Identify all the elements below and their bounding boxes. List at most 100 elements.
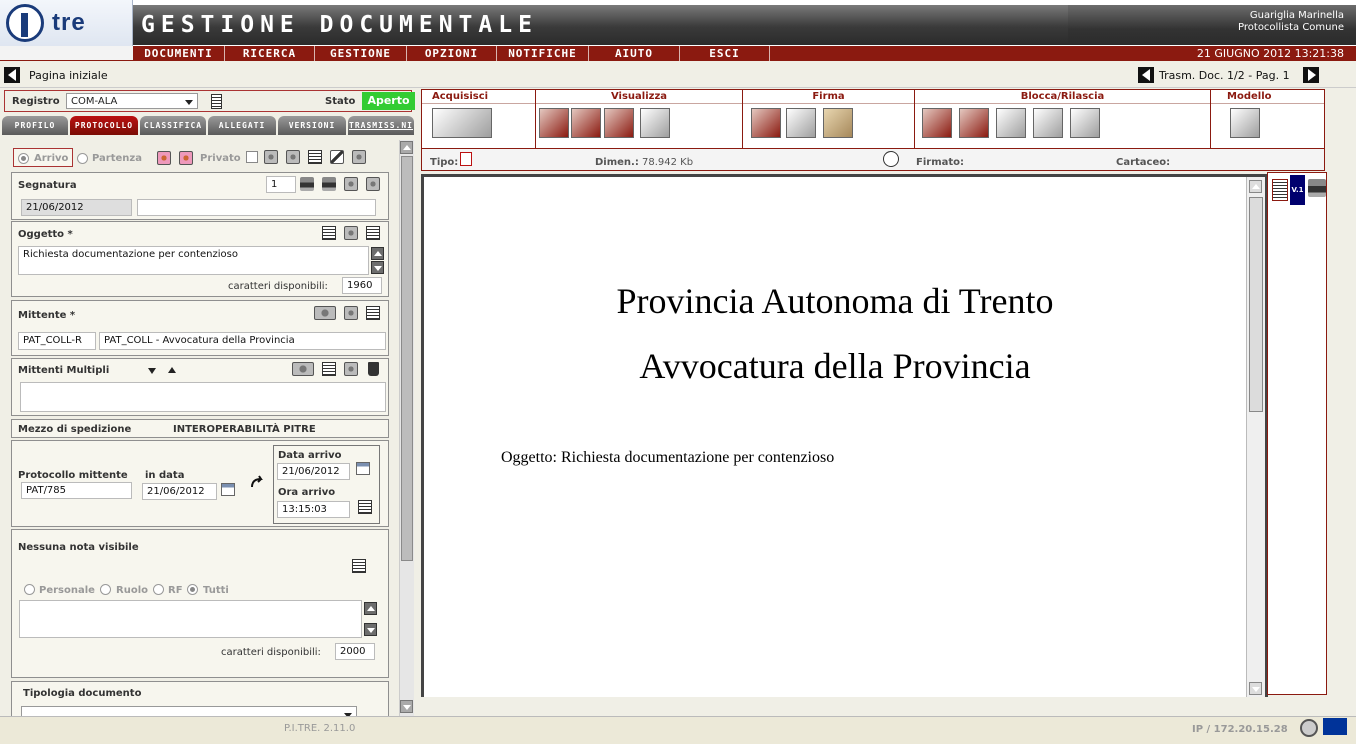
smartcard-icon[interactable]: [823, 108, 853, 138]
menu-esci[interactable]: ESCI: [680, 46, 770, 61]
registro-doc-icon[interactable]: [211, 94, 222, 109]
arrivo-radio[interactable]: [18, 153, 29, 164]
trash-icon[interactable]: [368, 362, 379, 376]
firma-cosign-icon[interactable]: [786, 108, 816, 138]
print-icon[interactable]: [300, 177, 314, 191]
calendar-icon[interactable]: [221, 483, 235, 496]
version-document-icon[interactable]: [1272, 179, 1288, 201]
note-scroll-up[interactable]: [364, 602, 377, 615]
menu-notifiche[interactable]: NOTIFICHE: [497, 46, 589, 61]
note-list-icon[interactable]: [352, 559, 366, 573]
tab-versioni[interactable]: VERSIONI: [278, 116, 346, 135]
firma-sign-icon[interactable]: [751, 108, 781, 138]
rubrica-book-icon[interactable]: [314, 306, 336, 320]
mittente-section: Mittente * PAT_COLL-R PAT_COLL - Avvocat…: [11, 300, 389, 356]
menu-aiuto[interactable]: AIUTO: [589, 46, 680, 61]
left-scroll-up[interactable]: [400, 141, 413, 154]
view-binary-icon[interactable]: [604, 108, 634, 138]
acquisisci-scan-icon[interactable]: [432, 108, 492, 138]
note-radio-personale[interactable]: [24, 584, 35, 595]
tab-trasmissioni[interactable]: TRASMISS.NI: [348, 116, 414, 135]
menu-opzioni[interactable]: OPZIONI: [407, 46, 497, 61]
mittente-desc-field[interactable]: PAT_COLL - Avvocatura della Provincia: [99, 332, 386, 350]
view-history-icon[interactable]: [640, 108, 670, 138]
mittente-code-field[interactable]: PAT_COLL-R: [18, 332, 96, 350]
left-scroll-thumb[interactable]: [401, 156, 413, 561]
oggetto-list-icon[interactable]: [322, 226, 336, 240]
tab-classifica[interactable]: CLASSIFICA: [140, 116, 206, 135]
mail-icon[interactable]: [286, 150, 300, 164]
italy-emblem-icon: [1300, 719, 1318, 737]
note-radio-rf[interactable]: [153, 584, 164, 595]
cancel-checkout-icon[interactable]: [1033, 108, 1063, 138]
view-zoom-icon[interactable]: [571, 108, 601, 138]
prev-page-icon[interactable]: [1138, 67, 1154, 83]
undo-checkout-icon[interactable]: [996, 108, 1026, 138]
note-tutti-label: Tutti: [203, 585, 229, 596]
oggetto-scroll-icon[interactable]: [366, 226, 380, 240]
stack-icon[interactable]: [352, 150, 366, 164]
document-scroll-down[interactable]: [1249, 682, 1262, 695]
version-print-icon[interactable]: [1308, 179, 1326, 197]
oggetto-copy-icon[interactable]: [344, 226, 358, 240]
blocca-header: Blocca/Rilascia: [915, 91, 1210, 104]
tab-protocollo[interactable]: PROTOCOLLO: [70, 116, 138, 135]
document-viewer[interactable]: Provincia Autonoma di Trento Avvocatura …: [421, 174, 1268, 697]
document-scrollbar[interactable]: [1246, 177, 1265, 697]
stamp-alt-icon[interactable]: [179, 151, 193, 165]
arrivo-option[interactable]: Arrivo: [13, 148, 73, 167]
menu-ricerca[interactable]: RICERCA: [225, 46, 315, 61]
checkin-icon[interactable]: [959, 108, 989, 138]
partenza-radio[interactable]: [77, 153, 88, 164]
modello-template-icon[interactable]: [1230, 108, 1260, 138]
confirm-checkbox-icon[interactable]: [1070, 108, 1100, 138]
stamp-icon[interactable]: [157, 151, 171, 165]
note-textarea[interactable]: [19, 600, 362, 638]
privato-checkbox[interactable]: [246, 151, 258, 163]
segnatura-count[interactable]: 1: [266, 176, 296, 193]
oggetto-textarea[interactable]: Richiesta documentazione per contenzioso: [18, 246, 369, 275]
checkout-icon[interactable]: [922, 108, 952, 138]
tab-profilo[interactable]: PROFILO: [2, 116, 68, 135]
move-up-icon[interactable]: [168, 367, 176, 373]
mittente-list-icon[interactable]: [366, 306, 380, 320]
calendar-arrivo-icon[interactable]: [356, 462, 370, 475]
send-icon[interactable]: [264, 150, 278, 164]
oggetto-scroll-down[interactable]: [371, 261, 384, 274]
back-arrow-icon[interactable]: [4, 67, 20, 83]
oggetto-scroll-up[interactable]: [371, 247, 384, 260]
version-badge[interactable]: V.1: [1290, 175, 1305, 205]
note-radio-tutti[interactable]: [187, 584, 198, 595]
redo-arrow-icon[interactable]: [250, 475, 264, 489]
protocollo-mittente-field[interactable]: PAT/785: [21, 482, 132, 499]
left-scrollbar[interactable]: [399, 140, 414, 716]
envelope-icon[interactable]: [366, 177, 380, 191]
menu-gestione[interactable]: GESTIONE: [315, 46, 407, 61]
data-arrivo-field[interactable]: 21/06/2012: [277, 463, 350, 480]
multi-list-icon[interactable]: [322, 362, 336, 376]
document-scroll-up[interactable]: [1249, 180, 1262, 193]
next-page-icon[interactable]: [1303, 67, 1319, 83]
note-scroll-down[interactable]: [364, 623, 377, 636]
menu-documenti[interactable]: DOCUMENTI: [133, 46, 225, 61]
registry-icon[interactable]: [344, 177, 358, 191]
document-icon[interactable]: [308, 150, 322, 164]
mittenti-multipli-list[interactable]: [20, 382, 386, 412]
multi-search-icon[interactable]: [344, 362, 358, 376]
tab-allegati[interactable]: ALLEGATI: [208, 116, 276, 135]
home-link[interactable]: Pagina iniziale: [29, 69, 108, 82]
search-icon[interactable]: [344, 306, 358, 320]
multi-book-icon[interactable]: [292, 362, 314, 376]
ora-arrivo-icon[interactable]: [358, 500, 372, 514]
document-scroll-thumb[interactable]: [1249, 197, 1263, 412]
ora-arrivo-field[interactable]: 13:15:03: [277, 501, 350, 518]
note-radio-ruolo[interactable]: [100, 584, 111, 595]
view-document-icon[interactable]: [539, 108, 569, 138]
timestamp-clock-icon[interactable]: [883, 151, 899, 167]
move-down-icon[interactable]: [148, 368, 156, 374]
print-barcode-icon[interactable]: [322, 177, 336, 191]
left-scroll-down[interactable]: [400, 700, 413, 713]
pencil-icon[interactable]: [330, 150, 344, 164]
in-data-field[interactable]: 21/06/2012: [142, 483, 217, 500]
registro-select[interactable]: COM-ALA: [66, 93, 198, 109]
